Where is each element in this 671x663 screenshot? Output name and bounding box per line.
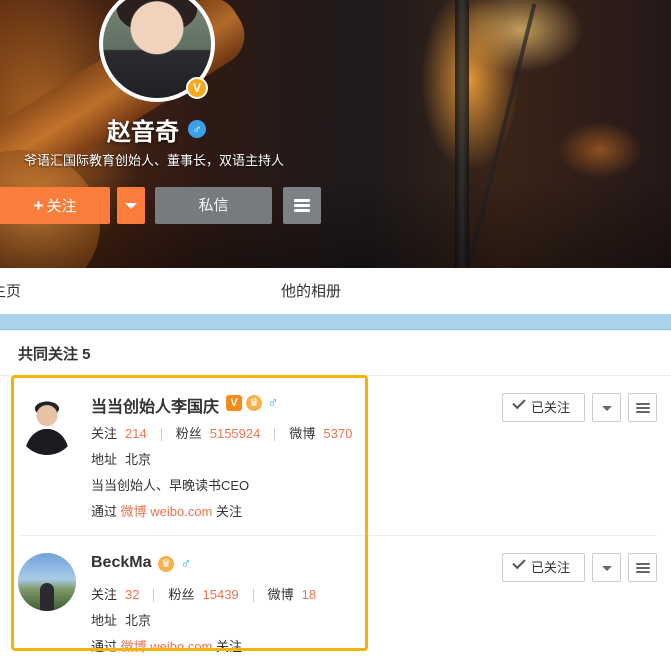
follow-button[interactable]: + 关注 xyxy=(0,187,110,224)
verified-icon: V xyxy=(186,77,208,99)
follow-group-button[interactable] xyxy=(592,553,621,582)
highlight-box xyxy=(11,375,368,651)
user-menu-button[interactable] xyxy=(628,553,657,582)
user-menu-button[interactable] xyxy=(628,393,657,422)
profile-cover: V 赵音奇 ♂ 爷语汇国际教育创始人、董事长，双语主持人 + 关注 私信 xyxy=(0,0,671,268)
menu-icon xyxy=(636,403,650,416)
follow-button-label: 关注 xyxy=(46,198,77,215)
followed-button[interactable]: 已关注 xyxy=(502,553,585,582)
chevron-down-icon xyxy=(125,203,137,209)
plus-icon: + xyxy=(33,196,44,215)
profile-name: 赵音奇 xyxy=(107,119,179,146)
followed-button[interactable]: 已关注 xyxy=(502,393,585,422)
section-divider xyxy=(0,314,671,330)
common-follow-card: 共同关注 5 当当创始人李国庆 V ♛ ♂ 关注 214 粉丝 5155924 微博 53… xyxy=(0,331,671,663)
message-button[interactable]: 私信 xyxy=(155,187,272,224)
check-icon xyxy=(512,395,526,410)
follow-group-button[interactable] xyxy=(592,393,621,422)
tab-home[interactable]: 主页 xyxy=(0,280,21,301)
common-follow-title: 共同关注 5 xyxy=(18,346,91,363)
chevron-down-icon xyxy=(602,566,612,571)
profile-tabs: 主页 他的相册 xyxy=(0,268,671,314)
menu-icon xyxy=(636,563,650,576)
male-icon: ♂ xyxy=(188,120,206,138)
menu-icon xyxy=(294,199,310,212)
chevron-down-icon xyxy=(602,406,612,411)
check-icon xyxy=(512,555,526,570)
follow-options-button[interactable] xyxy=(117,187,145,224)
tab-album[interactable]: 他的相册 xyxy=(281,280,341,301)
profile-description: 爷语汇国际教育创始人、董事长，双语主持人 xyxy=(24,153,285,168)
profile-menu-button[interactable] xyxy=(283,187,321,224)
